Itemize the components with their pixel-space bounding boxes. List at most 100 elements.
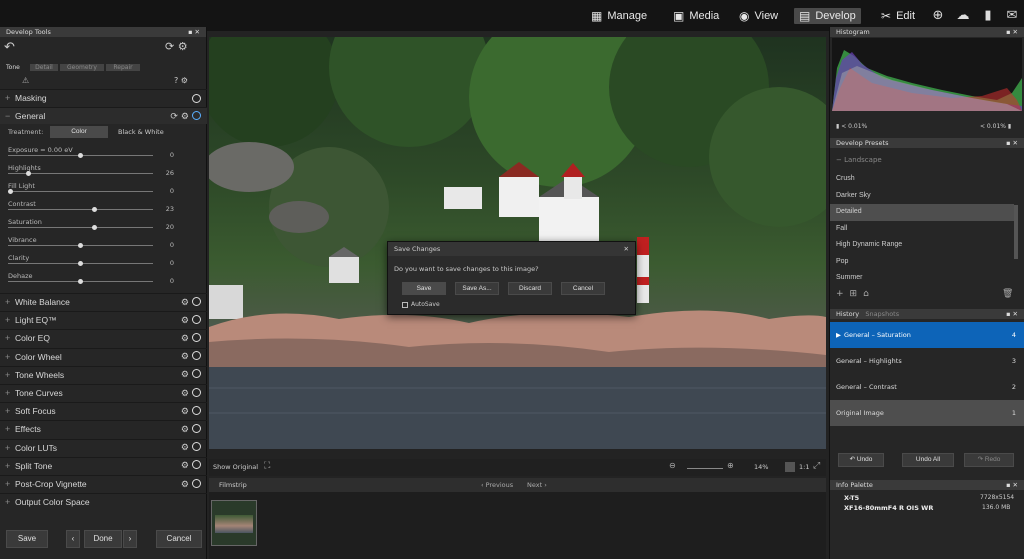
- toggle-icon[interactable]: [192, 369, 201, 379]
- settings-icon[interactable]: ⚙: [181, 442, 189, 453]
- section-tone-curves[interactable]: + Tone Curves ⚙: [0, 384, 207, 401]
- section-color-wheel[interactable]: + Color Wheel ⚙: [0, 347, 207, 365]
- mode-edit-button[interactable]: ✂ Edit: [876, 8, 920, 24]
- preset-item[interactable]: Crush: [830, 171, 1014, 188]
- preset-item[interactable]: High Dynamic Range: [830, 237, 1014, 254]
- preset-item[interactable]: Pop: [830, 254, 1014, 271]
- history-item[interactable]: General – Contrast 2: [830, 374, 1024, 400]
- slider-3[interactable]: Contrast 23: [8, 199, 204, 215]
- next-button[interactable]: Next ›: [527, 481, 547, 489]
- slider-track[interactable]: [8, 227, 153, 228]
- section-general[interactable]: − General ⟳ ⚙: [0, 107, 207, 124]
- next-arrow-icon[interactable]: ›: [123, 530, 137, 548]
- close-icon[interactable]: ✕: [624, 245, 629, 253]
- slider-2[interactable]: Fill Light 0: [8, 181, 204, 197]
- section-masking[interactable]: + Masking: [0, 89, 207, 106]
- slider-knob[interactable]: [78, 153, 83, 158]
- zoom-out-icon[interactable]: ⊖: [669, 461, 676, 470]
- section-tone-wheels[interactable]: + Tone Wheels ⚙: [0, 365, 207, 383]
- settings-icon[interactable]: ⚙: [181, 460, 189, 471]
- mode-view-button[interactable]: ◉ View: [734, 8, 783, 24]
- preset-item[interactable]: Darker Sky: [830, 188, 1014, 205]
- prev-arrow-icon[interactable]: ‹: [66, 530, 80, 548]
- save-button[interactable]: Save: [6, 530, 48, 548]
- notification-icon[interactable]: ✉: [1004, 8, 1020, 24]
- done-button[interactable]: Done: [84, 530, 122, 548]
- toggle-icon[interactable]: [192, 351, 201, 361]
- toggle-icon[interactable]: [192, 296, 201, 306]
- globe-icon[interactable]: ⊕: [930, 8, 946, 24]
- slider-track[interactable]: [8, 191, 153, 192]
- tab-history[interactable]: History: [836, 310, 859, 318]
- lock-icon[interactable]: ⌂: [863, 289, 869, 299]
- cloud-icon[interactable]: ☁: [955, 8, 971, 24]
- mode-media-button[interactable]: ▣ Media: [668, 8, 724, 24]
- toggle-icon[interactable]: [192, 93, 201, 103]
- toggle-icon[interactable]: [192, 423, 201, 433]
- dialog-save-as-button[interactable]: Save As...: [455, 282, 499, 295]
- settings-icon[interactable]: ⚙: [181, 424, 189, 435]
- slider-knob[interactable]: [78, 243, 83, 248]
- settings-icon[interactable]: ⚙: [181, 479, 189, 490]
- preset-item[interactable]: Detailed: [830, 204, 1014, 221]
- toggle-icon[interactable]: [192, 387, 201, 397]
- ratio-button[interactable]: 1:1: [799, 463, 809, 471]
- fit-icon[interactable]: [785, 462, 795, 472]
- mode-manage-button[interactable]: ▦ Manage: [586, 8, 652, 24]
- tab-tone[interactable]: Tone: [6, 64, 28, 71]
- add-icon[interactable]: +: [836, 289, 844, 299]
- expand-icon[interactable]: ⤢: [813, 461, 820, 471]
- slider-knob[interactable]: [26, 171, 32, 176]
- undo-arrow-icon[interactable]: ↶: [4, 40, 15, 55]
- settings-icon[interactable]: ⚙: [181, 406, 189, 417]
- history-item[interactable]: ▶ General – Saturation 4: [830, 322, 1024, 348]
- section-color-eq[interactable]: + Color EQ ⚙: [0, 329, 207, 346]
- import-icon[interactable]: ⊞: [850, 289, 858, 299]
- slider-6[interactable]: Clarity 0: [8, 253, 204, 269]
- toggle-icon[interactable]: [192, 478, 201, 488]
- redo-button[interactable]: ↷ Redo: [964, 453, 1014, 467]
- slider-knob[interactable]: [78, 279, 83, 284]
- mode-develop-button[interactable]: ▤ Develop: [794, 8, 861, 24]
- dialog-cancel-button[interactable]: Cancel: [561, 282, 605, 295]
- toggle-icon[interactable]: [192, 405, 201, 415]
- show-original-button[interactable]: Show Original: [213, 463, 258, 471]
- settings-icon[interactable]: ⚙: [181, 315, 189, 326]
- settings-icon[interactable]: ⚙: [181, 297, 189, 308]
- pin-icon[interactable]: ▪ ✕: [1006, 139, 1018, 147]
- zoom-in-icon[interactable]: ⊕: [727, 461, 734, 470]
- slider-4[interactable]: Saturation 20: [8, 217, 204, 233]
- reset-icon[interactable]: ⟳ ⚙: [165, 40, 188, 53]
- pin-icon[interactable]: ▪ ✕: [1006, 310, 1018, 318]
- settings-icon[interactable]: ⚙: [181, 111, 189, 122]
- toggle-icon[interactable]: [192, 332, 201, 342]
- pin-icon[interactable]: ▪ ✕: [1006, 28, 1018, 36]
- preset-item[interactable]: Fall: [830, 221, 1014, 238]
- section-color-luts[interactable]: + Color LUTs ⚙: [0, 438, 207, 456]
- presets-group[interactable]: − Landscape: [836, 156, 882, 164]
- undo-button[interactable]: ↶ Undo: [838, 453, 884, 467]
- pin-icon[interactable]: ▪ ✕: [188, 28, 200, 36]
- tab-geometry[interactable]: Geometry: [60, 64, 104, 71]
- slider-track[interactable]: [8, 209, 153, 210]
- toggle-icon[interactable]: [192, 314, 201, 324]
- section-soft-focus[interactable]: + Soft Focus ⚙: [0, 402, 207, 419]
- treatment-bw-button[interactable]: Black & White: [118, 128, 164, 136]
- tab-detail[interactable]: Detail: [30, 64, 58, 71]
- toggle-icon[interactable]: [192, 110, 201, 120]
- delete-icon[interactable]: 🗑: [1002, 289, 1013, 299]
- autosave-checkbox[interactable]: AutoSave: [402, 301, 440, 308]
- fullscreen-icon[interactable]: ⛶: [264, 461, 270, 471]
- pin-icon[interactable]: ▪ ✕: [1006, 481, 1018, 489]
- slider-5[interactable]: Vibrance 0: [8, 235, 204, 251]
- section-light-eq-[interactable]: + Light EQ™ ⚙: [0, 311, 207, 328]
- toggle-icon[interactable]: [192, 460, 201, 470]
- filmstrip-thumbnail[interactable]: [211, 500, 257, 546]
- section-output-color-space[interactable]: + Output Color Space: [0, 493, 207, 510]
- slider-knob[interactable]: [78, 261, 83, 266]
- settings-icon[interactable]: ⚙: [181, 388, 189, 399]
- stats-icon[interactable]: ▮: [980, 8, 996, 24]
- section-white-balance[interactable]: + White Balance ⚙: [0, 293, 207, 310]
- dialog-discard-button[interactable]: Discard: [508, 282, 552, 295]
- settings-icon[interactable]: ⚙: [181, 333, 189, 344]
